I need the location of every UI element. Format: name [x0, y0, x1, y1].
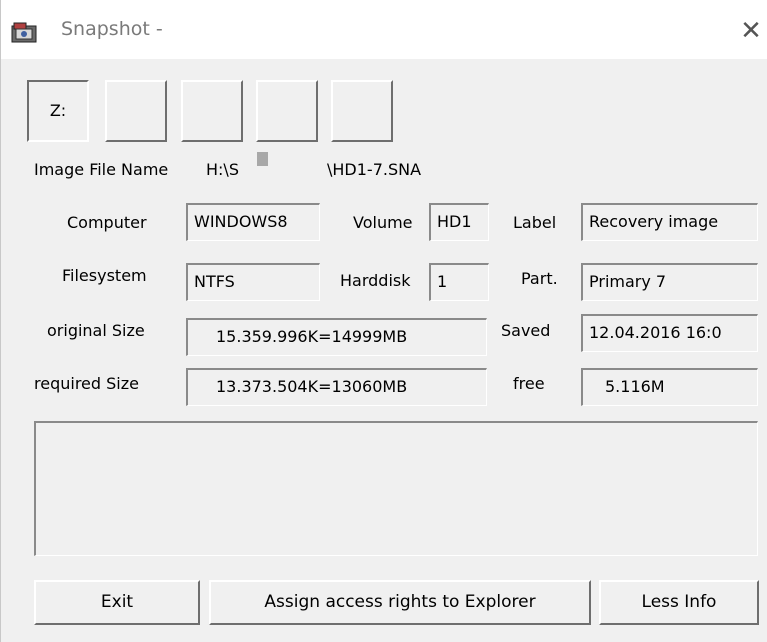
drive-button-4[interactable] [256, 80, 318, 142]
drive-button-2[interactable] [105, 80, 167, 142]
less-info-button[interactable]: Less Info [599, 580, 759, 625]
label-label: Label [513, 213, 557, 232]
required-size-field: 13.373.504K=13060MB [186, 368, 487, 406]
original-size-field: 15.359.996K=14999MB [186, 318, 487, 356]
image-file-path-suffix: \HD1-7.SNA [327, 160, 422, 179]
computer-label: Computer [67, 213, 147, 232]
filesystem-field: NTFS [186, 263, 320, 301]
harddisk-label: Harddisk [340, 271, 411, 290]
snapshot-window: Snapshot - ✕ Z: Image File Name H:\S \HD… [0, 0, 767, 642]
snapshot-app-icon [11, 22, 37, 43]
title-bar: Snapshot - ✕ [1, 0, 767, 59]
exit-button[interactable]: Exit [34, 580, 200, 625]
filesystem-label: Filesystem [62, 266, 147, 285]
saved-field: 12.04.2016 16:0 [581, 314, 758, 352]
original-size-label: original Size [47, 321, 145, 340]
volume-field: HD1 [429, 203, 489, 241]
window-title: Snapshot - [61, 18, 163, 40]
info-text-area [34, 421, 758, 556]
drive-button-5[interactable] [331, 80, 393, 142]
free-label: free [513, 374, 545, 393]
close-icon: ✕ [740, 16, 762, 46]
harddisk-field: 1 [429, 263, 489, 301]
free-field: 5.116M [581, 368, 758, 406]
part-label: Part. [521, 269, 558, 288]
close-button[interactable]: ✕ [736, 16, 766, 46]
required-size-label: required Size [34, 374, 139, 393]
volume-label: Volume [353, 213, 413, 232]
drive-button-z[interactable]: Z: [27, 80, 89, 142]
label-field: Recovery image [581, 203, 758, 241]
part-field: Primary 7 [581, 263, 758, 301]
redacted-path-block [257, 152, 268, 166]
image-file-name-label: Image File Name [34, 160, 169, 179]
drive-button-3[interactable] [181, 80, 243, 142]
saved-label: Saved [501, 321, 551, 340]
image-file-path-prefix: H:\S [206, 160, 239, 179]
assign-access-rights-button[interactable]: Assign access rights to Explorer [209, 580, 591, 625]
computer-field: WINDOWS8 [186, 203, 320, 241]
